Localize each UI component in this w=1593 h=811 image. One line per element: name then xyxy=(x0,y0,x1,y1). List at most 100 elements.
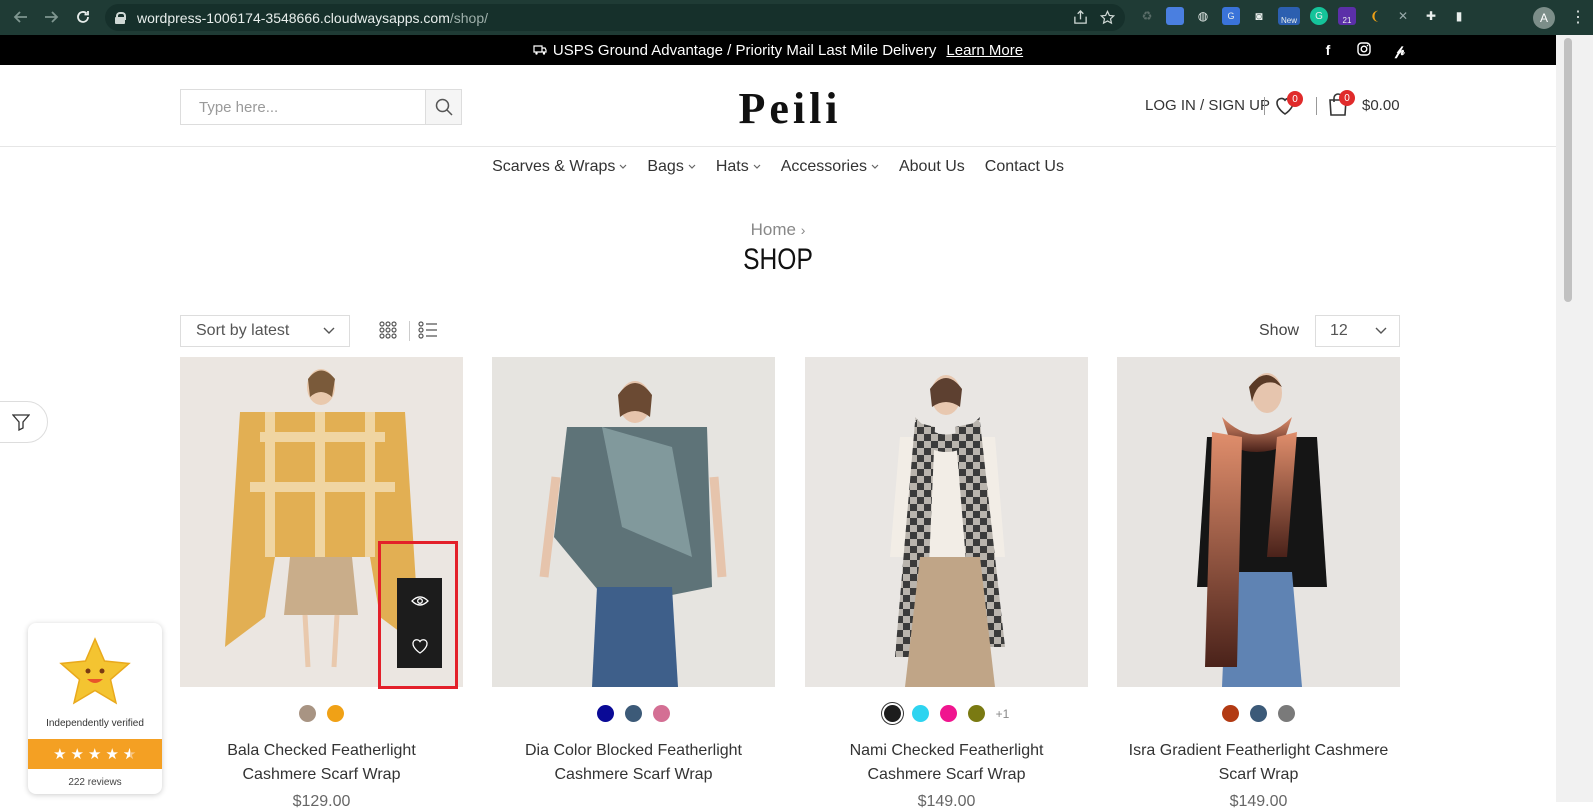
product-image[interactable] xyxy=(805,357,1088,687)
nav-item-about-us[interactable]: About Us xyxy=(899,158,965,176)
nav-item-scarves-wraps[interactable]: Scarves & Wraps xyxy=(492,158,627,176)
facebook-icon[interactable]: f xyxy=(1320,42,1336,59)
product-card[interactable]: +1 Nami Checked Featherlight Cashmere Sc… xyxy=(805,357,1088,811)
grammarly-extension-icon[interactable]: G xyxy=(1310,7,1328,25)
product-quick-actions xyxy=(397,578,442,668)
share-icon[interactable] xyxy=(1073,10,1088,29)
color-swatch[interactable] xyxy=(967,705,985,722)
recycle-extension-icon[interactable]: ♻ xyxy=(1138,7,1156,25)
bookmark-star-icon[interactable] xyxy=(1099,9,1116,29)
color-swatch[interactable] xyxy=(911,705,929,722)
product-card[interactable]: Dia Color Blocked Featherlight Cashmere … xyxy=(492,357,775,793)
pinterest-icon[interactable]: 𝓅 xyxy=(1392,42,1408,59)
color-swatch[interactable] xyxy=(939,705,957,722)
globe-extension-icon[interactable]: ◍ xyxy=(1194,7,1212,25)
instagram-icon[interactable] xyxy=(1356,42,1372,59)
flame-extension-icon[interactable]: ❨ xyxy=(1366,7,1384,25)
product-name[interactable]: Bala Checked Featherlight Cashmere Scarf… xyxy=(180,739,463,787)
color-swatches xyxy=(1117,705,1400,722)
puzzle-extension-icon[interactable]: ✕ xyxy=(1394,7,1412,25)
side-panel-icon[interactable]: ▮ xyxy=(1450,7,1468,25)
camera-extension-icon[interactable]: ◙ xyxy=(1250,7,1268,25)
color-swatch[interactable] xyxy=(625,705,642,722)
chevron-down-icon xyxy=(323,322,335,343)
quick-view-button[interactable] xyxy=(397,578,442,623)
nav-item-contact-us[interactable]: Contact Us xyxy=(985,158,1064,176)
nav-item-hats[interactable]: Hats xyxy=(716,158,761,176)
product-image[interactable] xyxy=(492,357,775,687)
forward-icon[interactable] xyxy=(36,2,66,32)
color-swatch[interactable] xyxy=(1250,705,1267,722)
url-path: /shop/ xyxy=(449,9,489,26)
search-button[interactable] xyxy=(425,90,461,124)
breadcrumb: Home › xyxy=(0,220,1556,240)
page-scrollbar[interactable] xyxy=(1556,35,1593,802)
truck-icon xyxy=(533,43,547,58)
search-icon xyxy=(435,98,453,116)
breadcrumb-separator-icon: › xyxy=(800,222,806,238)
filter-icon xyxy=(12,414,30,431)
show-label: Show xyxy=(1259,322,1300,339)
nav-item-accessories[interactable]: Accessories xyxy=(781,158,879,176)
browser-menu-icon[interactable]: ⋮ xyxy=(1570,7,1586,27)
back-icon[interactable] xyxy=(6,2,36,32)
reviews-widget[interactable]: Independently verified ★ ★ ★ ★ ★ ★ 222 re… xyxy=(28,623,162,794)
product-name[interactable]: Dia Color Blocked Featherlight Cashmere … xyxy=(492,739,775,787)
counter-extension-icon[interactable]: 21 xyxy=(1338,7,1356,25)
header-divider xyxy=(1316,97,1317,115)
star-icon: ★ xyxy=(105,746,119,763)
nav-item-label: Accessories xyxy=(780,158,867,175)
learn-more-link[interactable]: Learn More xyxy=(946,42,1023,59)
product-image[interactable] xyxy=(1117,357,1400,687)
cart-button[interactable]: 0 xyxy=(1327,90,1355,119)
new-extension-icon[interactable]: New xyxy=(1278,7,1300,25)
header-divider xyxy=(1264,97,1265,115)
filter-toggle-button[interactable] xyxy=(0,401,48,443)
view-divider xyxy=(409,321,410,341)
profile-avatar[interactable]: A xyxy=(1533,7,1555,29)
product-name[interactable]: Nami Checked Featherlight Cashmere Scarf… xyxy=(805,739,1088,787)
color-swatch[interactable] xyxy=(327,705,344,722)
reload-icon[interactable] xyxy=(68,2,98,32)
breadcrumb-home[interactable]: Home xyxy=(751,220,796,239)
star-icon: ★ xyxy=(88,746,102,763)
chevron-down-icon xyxy=(871,162,879,173)
grid-view-icon[interactable] xyxy=(379,321,397,339)
color-swatch[interactable] xyxy=(1222,705,1239,722)
site-logo[interactable]: Peili xyxy=(700,83,880,134)
login-signup-link[interactable]: LOG IN / SIGN UP xyxy=(1145,97,1270,114)
product-price: $149.00 xyxy=(1229,793,1288,810)
cart-total[interactable]: $0.00 xyxy=(1362,97,1400,114)
eye-icon xyxy=(410,595,429,606)
color-swatch[interactable] xyxy=(597,705,614,722)
product-name[interactable]: Isra Gradient Featherlight Cashmere Scar… xyxy=(1117,739,1400,787)
wishlist-button[interactable]: 0 xyxy=(1273,91,1303,119)
chevron-down-icon xyxy=(753,162,761,173)
product-card[interactable]: Isra Gradient Featherlight Cashmere Scar… xyxy=(1117,357,1400,811)
nav-item-bags[interactable]: Bags xyxy=(647,158,696,176)
color-swatch[interactable] xyxy=(1278,705,1295,722)
per-page-select[interactable]: 12 xyxy=(1315,315,1400,347)
add-to-wishlist-button[interactable] xyxy=(397,623,442,668)
more-colors-label[interactable]: +1 xyxy=(996,707,1010,721)
color-swatch[interactable] xyxy=(299,705,316,722)
extensions-puzzle-icon[interactable]: ✚ xyxy=(1422,7,1440,25)
address-bar[interactable]: wordpress-1006174-3548666.cloudwaysapps.… xyxy=(105,4,1125,31)
nav-item-label: Bags xyxy=(647,158,684,175)
color-swatches: +1 xyxy=(805,705,1088,722)
color-swatches xyxy=(180,705,463,722)
chevron-down-icon xyxy=(1375,322,1387,343)
wishlist-count-badge: 0 xyxy=(1287,91,1303,107)
color-swatch[interactable] xyxy=(883,705,901,722)
scrollbar-thumb[interactable] xyxy=(1564,38,1572,302)
search-input[interactable] xyxy=(181,90,425,124)
social-links: f 𝓅 xyxy=(1320,42,1408,59)
rating-stars: ★ ★ ★ ★ ★ ★ xyxy=(28,739,162,769)
translate-extension-icon[interactable]: G xyxy=(1222,7,1240,25)
list-view-icon[interactable] xyxy=(418,321,438,339)
color-swatch[interactable] xyxy=(653,705,670,722)
sort-select[interactable]: Sort by latest xyxy=(180,315,350,347)
url-host: wordpress-1006174-3548666.cloudwaysapps.… xyxy=(137,9,450,26)
star-icon: ★ xyxy=(70,746,84,763)
docs-extension-icon[interactable] xyxy=(1166,7,1184,25)
